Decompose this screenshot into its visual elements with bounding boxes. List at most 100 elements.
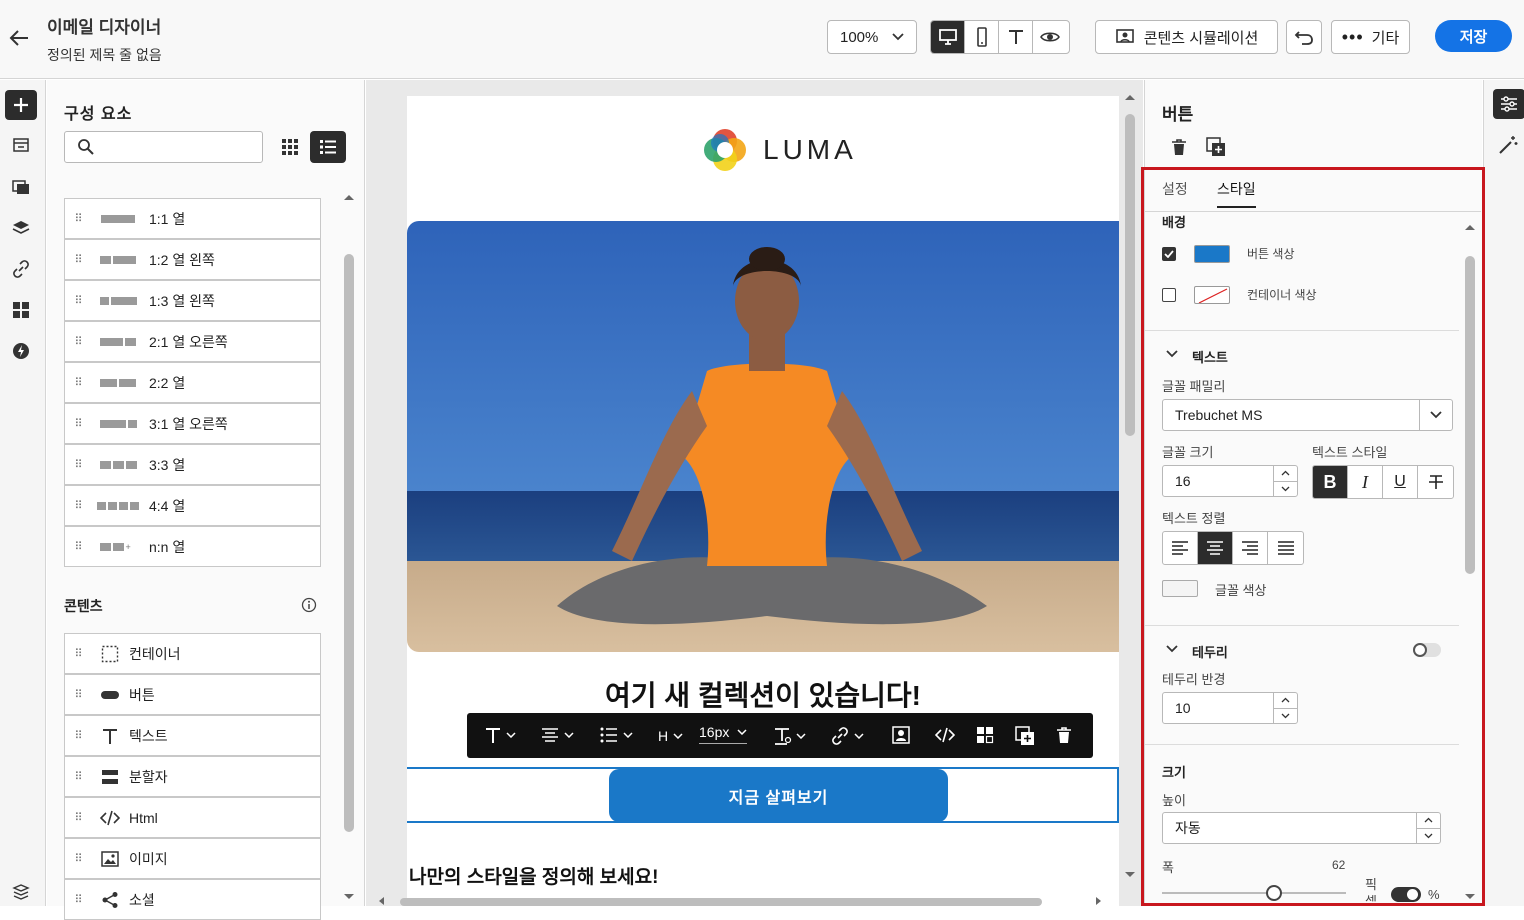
border-toggle-switch[interactable] — [1413, 643, 1441, 657]
links-button[interactable] — [5, 254, 37, 284]
drag-handle-icon[interactable]: ⠿ — [65, 499, 91, 512]
content-item[interactable]: ⠿ 분할자 — [64, 756, 321, 797]
structure-item[interactable]: ⠿ 3:3 열 — [64, 444, 321, 485]
mobile-view-button[interactable] — [965, 21, 999, 53]
text-type-dropdown[interactable] — [485, 726, 516, 744]
text-section-toggle[interactable] — [1166, 350, 1178, 358]
back-arrow-icon[interactable] — [8, 27, 30, 49]
content-item[interactable]: ⠿ 소셜 — [64, 879, 321, 920]
drag-handle-icon[interactable]: ⠿ — [65, 294, 91, 307]
structure-item[interactable]: ⠿ 1:2 열 왼쪽 — [64, 239, 321, 280]
drag-handle-icon[interactable]: ⠿ — [65, 540, 91, 553]
desktop-view-button[interactable] — [931, 21, 965, 53]
delete-button[interactable] — [1056, 726, 1072, 744]
list-dropdown[interactable] — [600, 727, 633, 743]
undo-button[interactable] — [1286, 20, 1322, 54]
drag-handle-icon[interactable]: ⠿ — [65, 376, 91, 389]
headline[interactable]: 여기 새 컬렉션이 있습니다! — [407, 674, 1119, 714]
underline-button[interactable]: U — [1383, 466, 1418, 498]
personalize-button[interactable] — [892, 726, 910, 744]
drag-handle-icon[interactable]: ⠿ — [65, 647, 91, 660]
heading-dropdown[interactable]: H — [658, 728, 683, 744]
drag-handle-icon[interactable]: ⠿ — [65, 458, 91, 471]
canvas-scroll-thumb[interactable] — [1125, 114, 1135, 436]
list-view-button[interactable] — [310, 131, 346, 163]
tab-style[interactable]: 스타일 — [1217, 179, 1256, 208]
canvas-hscroll-thumb[interactable] — [400, 898, 1042, 906]
code-button[interactable] — [935, 727, 955, 743]
bold-button[interactable]: B — [1313, 466, 1348, 498]
font-color-swatch[interactable] — [1162, 580, 1198, 597]
drag-handle-icon[interactable]: ⠿ — [65, 770, 91, 783]
italic-button[interactable]: I — [1348, 466, 1383, 498]
save-button[interactable]: 저장 — [1435, 20, 1512, 52]
drag-handle-icon[interactable]: ⠿ — [65, 688, 91, 701]
align-dropdown[interactable] — [541, 727, 574, 743]
subheadline[interactable]: 나만의 스타일을 정의해 보세요! — [409, 862, 658, 889]
dynamic-content-button[interactable] — [5, 336, 37, 366]
properties-toggle-button[interactable] — [1493, 89, 1524, 119]
tab-settings[interactable]: 설정 — [1162, 179, 1188, 199]
container-color-checkbox[interactable] — [1162, 288, 1176, 302]
font-size-input[interactable]: 16 — [1162, 465, 1298, 497]
magic-wand-button[interactable] — [1498, 135, 1518, 155]
components-scroll-thumb[interactable] — [344, 254, 354, 832]
preview-button[interactable] — [1033, 21, 1067, 53]
height-stepper[interactable] — [1416, 813, 1440, 843]
fragments-button[interactable] — [5, 130, 37, 160]
canvas-hscrollbar[interactable] — [376, 896, 1111, 906]
drag-handle-icon[interactable]: ⠿ — [65, 852, 91, 865]
content-item[interactable]: ⠿ 이미지 — [64, 838, 321, 879]
drag-handle-icon[interactable]: ⠿ — [65, 729, 91, 742]
content-item[interactable]: ⠿ 버튼 — [64, 674, 321, 715]
simulate-content-button[interactable]: 콘텐츠 시뮬레이션 — [1095, 20, 1278, 54]
link-dropdown[interactable] — [831, 727, 864, 745]
hero-image[interactable] — [407, 221, 1119, 652]
structure-item[interactable]: ⠿ 1:3 열 왼쪽 — [64, 280, 321, 321]
add-button[interactable] — [5, 90, 37, 120]
font-size-stepper[interactable] — [1273, 466, 1297, 496]
more-button[interactable]: ••• 기타 — [1331, 20, 1410, 54]
align-left-button[interactable] — [1163, 532, 1198, 564]
cta-button[interactable]: 지금 살펴보기 — [609, 769, 948, 822]
structure-item[interactable]: ⠿ 1:1 열 — [64, 198, 321, 239]
drag-handle-icon[interactable]: ⠿ — [65, 253, 91, 266]
duplicate-button[interactable] — [1015, 726, 1035, 746]
duplicate-component-button[interactable] — [1206, 137, 1226, 157]
font-family-select[interactable]: Trebuchet MS — [1162, 399, 1453, 431]
font-size-dropdown[interactable]: 16px — [699, 724, 748, 744]
props-scroll-thumb[interactable] — [1465, 256, 1475, 574]
drag-handle-icon[interactable]: ⠿ — [65, 893, 91, 906]
select-parent-button[interactable] — [976, 726, 994, 744]
components-scrollbar[interactable] — [342, 192, 356, 902]
strikethrough-button[interactable] — [1418, 466, 1453, 498]
width-slider[interactable] — [1162, 885, 1346, 901]
delete-component-button[interactable] — [1171, 138, 1187, 156]
search-input[interactable] — [101, 136, 256, 158]
container-color-swatch[interactable] — [1194, 286, 1230, 304]
clear-format-dropdown[interactable] — [773, 726, 806, 746]
info-icon[interactable] — [301, 597, 317, 613]
button-color-swatch[interactable] — [1194, 245, 1230, 263]
text-view-button[interactable] — [999, 21, 1033, 53]
content-item[interactable]: ⠿ 텍스트 — [64, 715, 321, 756]
border-radius-input[interactable]: 10 — [1162, 692, 1298, 724]
content-item[interactable]: ⠿ 컨테이너 — [64, 633, 321, 674]
width-slider-thumb[interactable] — [1266, 885, 1282, 901]
drag-handle-icon[interactable]: ⠿ — [65, 335, 91, 348]
canvas-scrollbar[interactable] — [1123, 90, 1137, 890]
widgets-button[interactable] — [5, 295, 37, 325]
structure-item[interactable]: ⠿ 3:1 열 오른쪽 — [64, 403, 321, 444]
structure-item[interactable]: ⠿ 2:1 열 오른쪽 — [64, 321, 321, 362]
search-field[interactable] — [64, 131, 263, 163]
align-center-button[interactable] — [1198, 532, 1233, 564]
layers-button[interactable] — [5, 213, 37, 243]
structure-item[interactable]: ⠿ + n:n 열 — [64, 526, 321, 567]
drag-handle-icon[interactable]: ⠿ — [65, 417, 91, 430]
structure-item[interactable]: ⠿ 4:4 열 — [64, 485, 321, 526]
drag-handle-icon[interactable]: ⠿ — [65, 212, 91, 225]
grid-view-button[interactable] — [274, 131, 306, 163]
drag-handle-icon[interactable]: ⠿ — [65, 811, 91, 824]
button-color-checkbox[interactable] — [1162, 247, 1176, 261]
layers-bottom-button[interactable] — [5, 877, 37, 907]
